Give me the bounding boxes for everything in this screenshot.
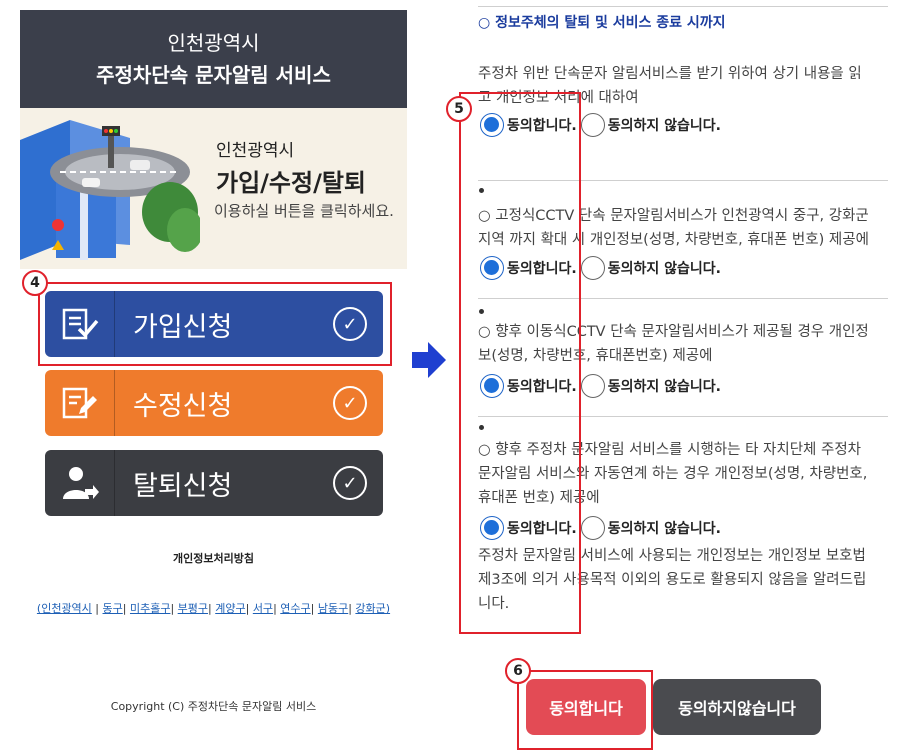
disagree-radio-label: 동의하지 않습니다. <box>607 379 721 395</box>
banner: 인천광역시 가입/수정/탈퇴 이용하실 버튼을 클릭하세요. <box>20 108 407 269</box>
edit-request-button[interactable]: 수정신청 ✓ <box>45 370 383 436</box>
banner-title: 가입/수정/탈퇴 <box>216 169 367 197</box>
region-link[interactable]: (인천광역시 <box>37 602 92 615</box>
disagree-radio-label: 동의하지 않습니다. <box>607 521 721 537</box>
step6-badge: 6 <box>505 658 531 684</box>
left-phone-screen: 인천광역시 주정차단속 문자알림 서비스 인천광역시 가입/수정/탈퇴 이용하실… <box>20 10 407 740</box>
leave-request-label: 탈퇴신청 <box>133 470 233 502</box>
privacy-policy-link[interactable]: 개인정보처리방침 <box>20 550 407 566</box>
form-edit-icon <box>45 370 115 436</box>
leave-request-button[interactable]: 탈퇴신청 ✓ <box>45 450 383 516</box>
region-link[interactable]: 서구 <box>253 602 273 615</box>
region-link[interactable]: 계양구 <box>215 602 245 615</box>
step6-highlight <box>517 670 653 750</box>
region-link[interactable]: 연수구 <box>280 602 310 615</box>
consent-intro-line: 주정차 위반 단속문자 알림서비스를 받기 위하여 상기 내용을 읽 <box>478 66 862 82</box>
disagree-radio[interactable] <box>580 113 605 137</box>
disagree-submit-button[interactable]: 동의하지않습니다 <box>653 679 821 735</box>
disagree-radio[interactable] <box>580 516 605 540</box>
arrow-right-icon <box>412 342 446 378</box>
step4-badge: 4 <box>22 270 48 296</box>
header-service-title: 주정차단속 문자알림 서비스 <box>96 63 331 87</box>
disagree-radio-label: 동의하지 않습니다. <box>607 261 721 277</box>
step4-highlight <box>38 282 392 366</box>
step5-badge: 5 <box>446 96 472 122</box>
region-link[interactable]: 남동구 <box>318 602 348 615</box>
region-links: (인천광역시 | 동구| 미추홀구| 부평구| 계양구| 서구| 연수구| 남동… <box>36 602 391 615</box>
traffic-city-illustration <box>20 120 200 260</box>
banner-instruction: 이용하실 버튼을 클릭하세요. <box>214 202 394 220</box>
check-circle-icon: ✓ <box>333 466 367 500</box>
disagree-radio[interactable] <box>580 374 605 398</box>
top-divider <box>478 6 888 7</box>
app-header: 인천광역시 주정차단속 문자알림 서비스 <box>20 10 407 108</box>
region-link[interactable]: 동구 <box>103 602 123 615</box>
user-leave-icon <box>45 450 115 516</box>
consent-heading: ○ 정보주체의 탈퇴 및 서비스 종료 시까지 <box>478 15 726 31</box>
edit-request-label: 수정신청 <box>133 390 233 422</box>
banner-city: 인천광역시 <box>216 141 295 161</box>
check-circle-icon: ✓ <box>333 386 367 420</box>
header-city: 인천광역시 <box>167 31 260 55</box>
region-link[interactable]: 강화군) <box>355 602 390 615</box>
disagree-radio[interactable] <box>580 256 605 280</box>
disagree-radio-label: 동의하지 않습니다. <box>607 118 721 134</box>
region-link[interactable]: 미추홀구 <box>130 602 170 615</box>
region-link[interactable]: 부평구 <box>178 602 208 615</box>
copyright: Copyright (C) 주정차단속 문자알림 서비스 <box>110 700 317 713</box>
step5-highlight <box>459 92 581 634</box>
